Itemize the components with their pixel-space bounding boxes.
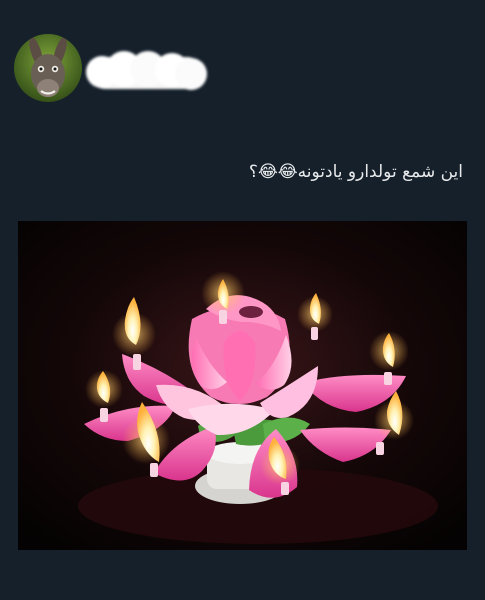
redacted-name-blur[interactable] [84, 47, 210, 97]
tweet-media[interactable] [18, 221, 467, 550]
tweet-text: این شمع تولدارو یادتونه😂😂؟ [248, 162, 463, 182]
tweet-header [0, 0, 485, 110]
lotus-birthday-candle-photo-icon [18, 221, 467, 550]
donkey-avatar-icon [14, 34, 82, 102]
redacted-name-icon [86, 51, 207, 90]
avatar[interactable] [14, 34, 82, 102]
